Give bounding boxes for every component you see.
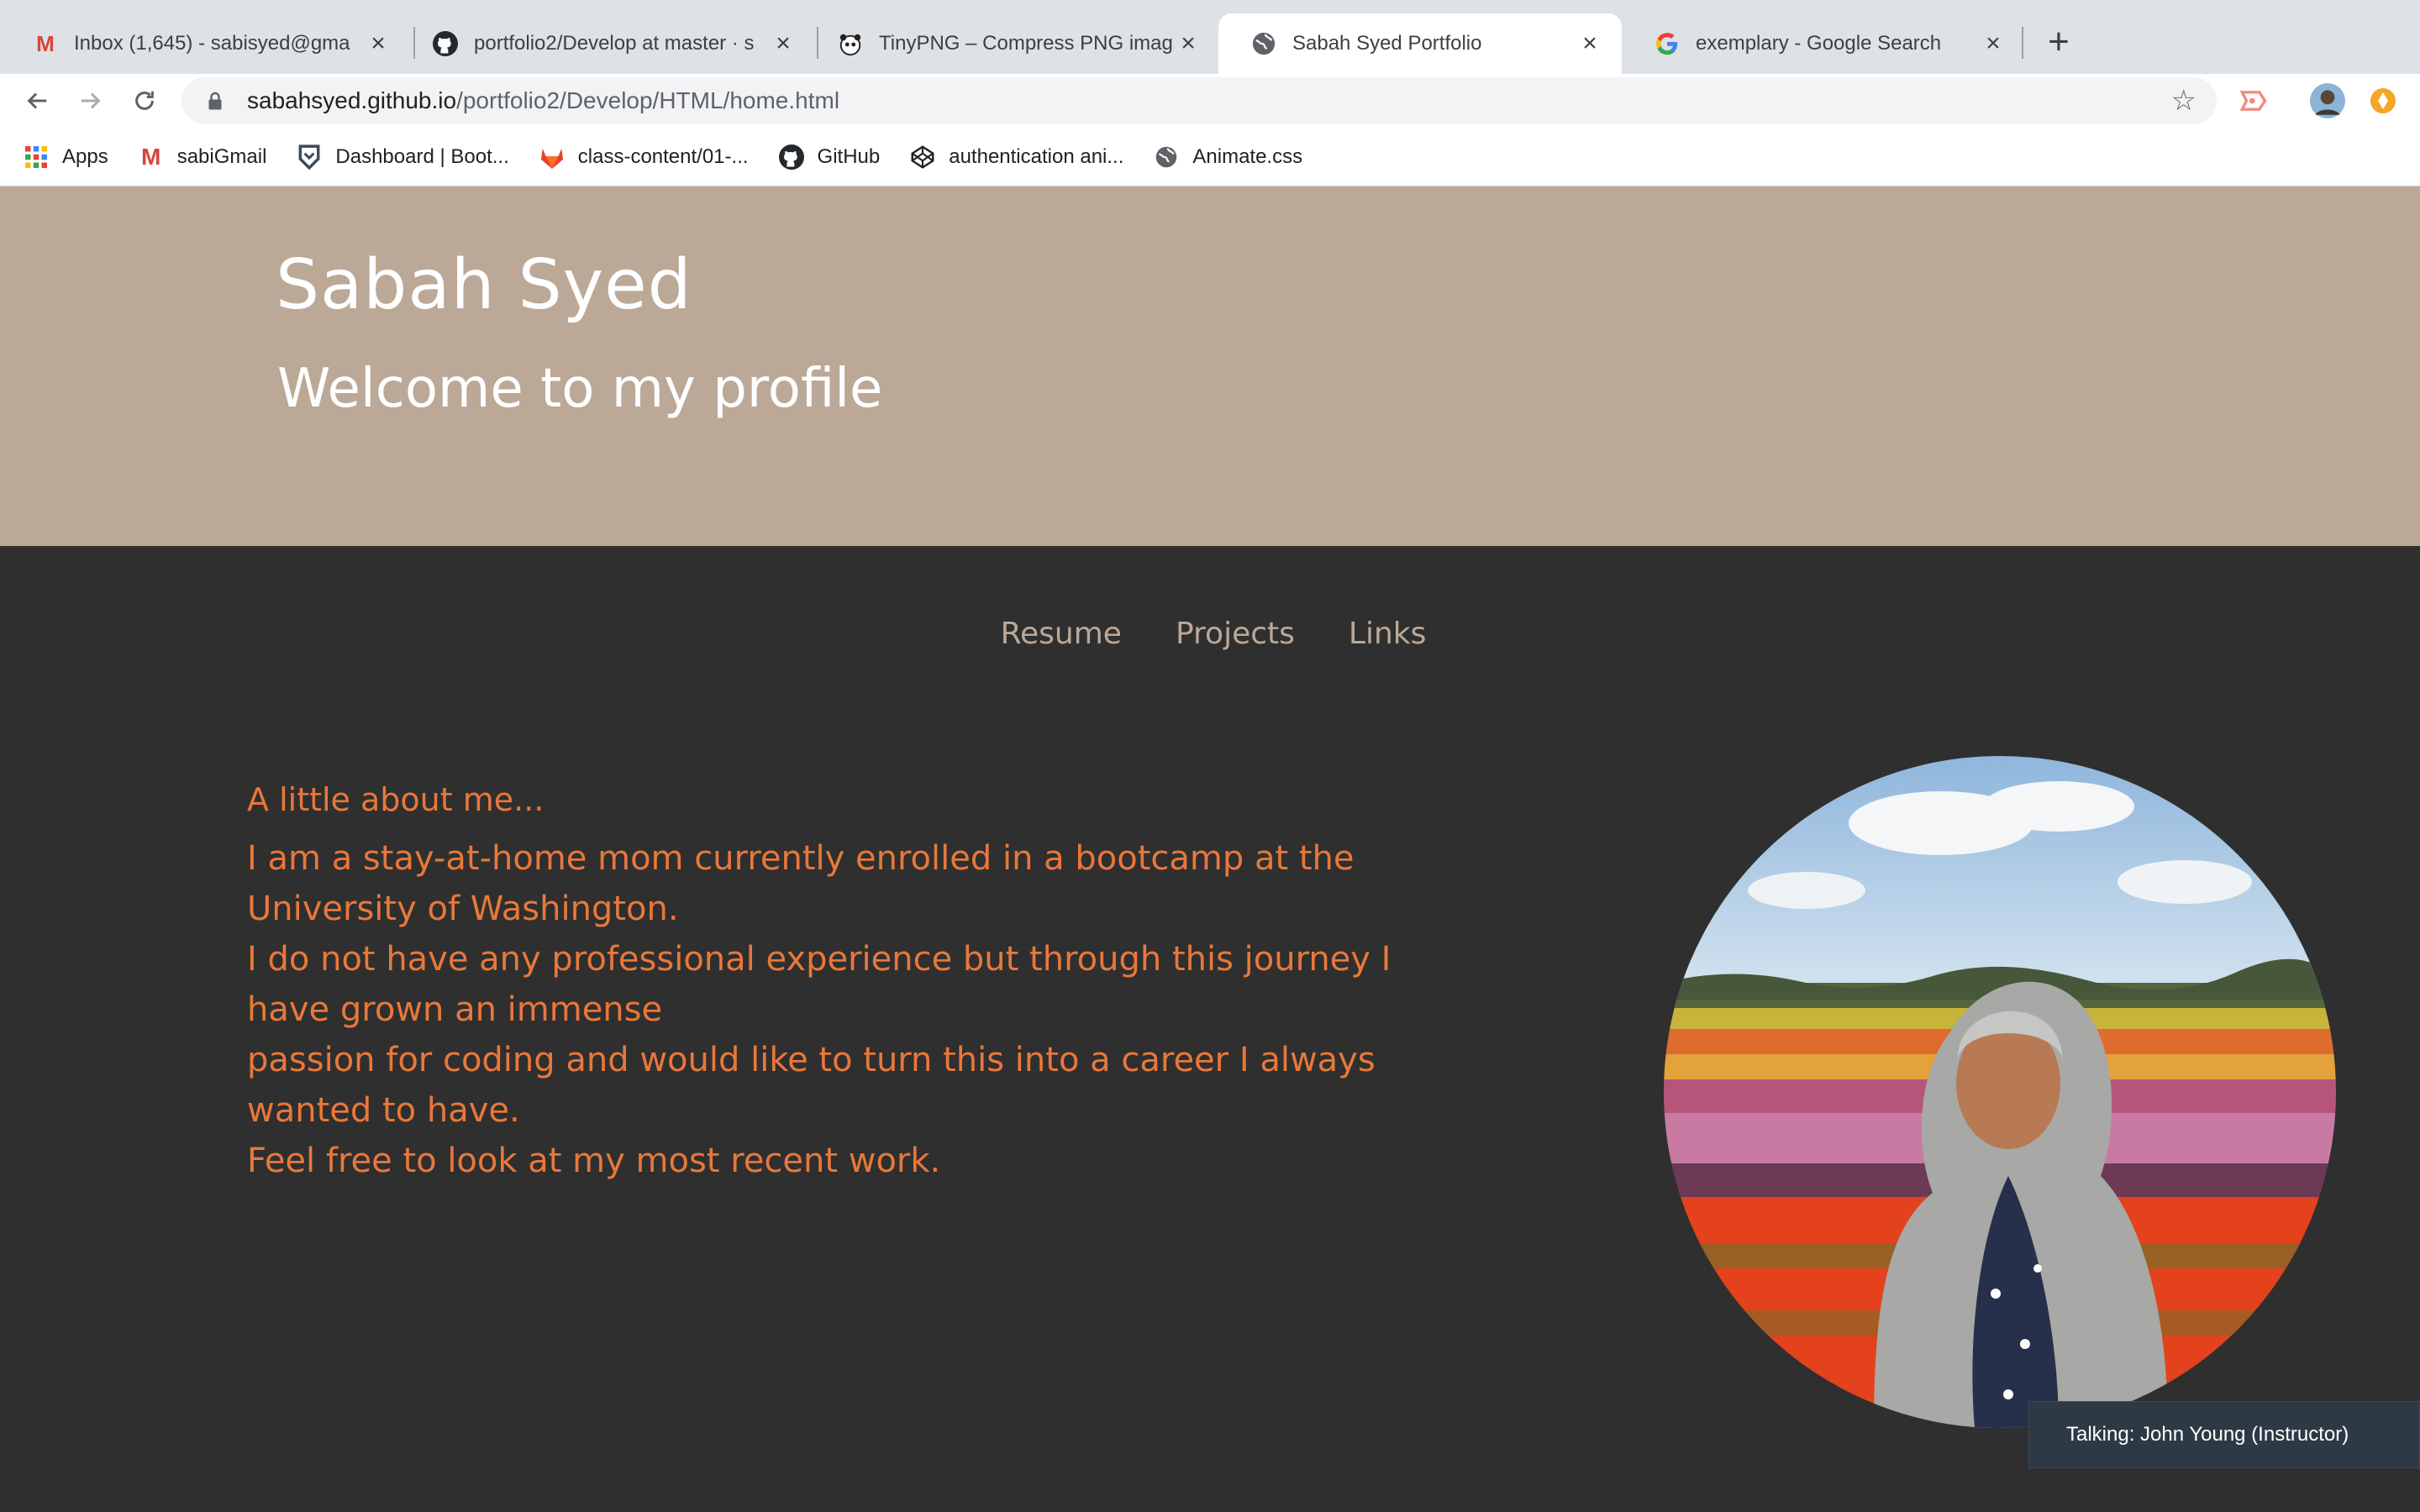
about-section: A little about me... I am a stay-at-home… <box>247 781 1407 1186</box>
address-bar[interactable]: sabahsyed.github.io/portfolio2/Develop/H… <box>182 77 2217 124</box>
gmail-icon: M <box>36 30 55 56</box>
avatar[interactable] <box>2309 82 2346 119</box>
globe-icon <box>1250 30 1277 57</box>
tab-strip: M Inbox (1,645) - sabisyed@gma × portfol… <box>0 0 2420 74</box>
bookmark-dashboard[interactable]: Dashboard | Boot... <box>297 144 509 170</box>
bookmark-sabigmail[interactable]: M sabiGmail <box>139 144 266 170</box>
tab-tinypng[interactable]: TinyPNG – Compress PNG imag × <box>805 13 1220 74</box>
bookmark-apps[interactable]: Apps <box>24 144 108 170</box>
globe-icon <box>1154 144 1179 170</box>
about-line: I am a stay-at-home mom currently enroll… <box>247 839 1355 928</box>
bookmark-authentication[interactable]: authentication ani... <box>910 144 1123 170</box>
new-tab-button[interactable]: + <box>2039 21 2079 62</box>
bootcamp-shield-icon <box>297 144 322 170</box>
tab-google-search[interactable]: exemplary - Google Search × <box>1622 13 2025 74</box>
nav-link-projects[interactable]: Projects <box>1176 605 1295 664</box>
google-icon <box>1654 30 1681 57</box>
codepen-icon <box>910 144 935 170</box>
bookmark-star-icon[interactable]: ☆ <box>2171 84 2196 118</box>
url-text: sabahsyed.github.io/portfolio2/Develop/H… <box>247 87 840 113</box>
back-button[interactable] <box>17 81 57 121</box>
close-tab-icon[interactable]: × <box>1173 29 1203 59</box>
browser-chrome: M Inbox (1,645) - sabisyed@gma × portfol… <box>0 0 2420 186</box>
close-tab-icon[interactable]: × <box>1575 29 1605 59</box>
github-icon <box>432 30 459 57</box>
extension-badge-icon[interactable] <box>2365 82 2402 119</box>
gmail-icon: M <box>141 144 161 170</box>
page-title: Sabah Syed <box>276 245 692 325</box>
page-subtitle: Welcome to my profile <box>277 358 883 420</box>
bookmark-animate-css[interactable]: Animate.css <box>1154 144 1302 170</box>
reload-button[interactable] <box>124 81 165 121</box>
about-text: I am a stay-at-home mom currently enroll… <box>247 833 1407 1186</box>
talking-indicator: Talking: John Young (Instructor) <box>2028 1401 2420 1468</box>
toolbar: sabahsyed.github.io/portfolio2/Develop/H… <box>0 74 2420 128</box>
about-line: I do not have any professional experienc… <box>247 940 1392 1029</box>
close-tab-icon[interactable]: × <box>363 29 393 59</box>
bookmark-github[interactable]: GitHub <box>778 144 880 170</box>
cast-extension-icon[interactable] <box>2235 82 2272 119</box>
about-line: Feel free to look at my most recent work… <box>247 1142 941 1180</box>
tab-divider <box>2022 27 2023 59</box>
tab-portfolio[interactable]: Sabah Syed Portfolio × <box>1218 13 1622 74</box>
nav-link-links[interactable]: Links <box>1349 605 1426 664</box>
close-tab-icon[interactable]: × <box>1978 29 2008 59</box>
nav-link-resume[interactable]: Resume <box>1001 605 1122 664</box>
github-icon <box>778 144 804 170</box>
panda-icon <box>837 30 864 57</box>
bookmark-class-content[interactable]: class-content/01-... <box>539 144 749 170</box>
about-line: passion for coding and would like to tur… <box>247 1041 1376 1130</box>
apps-grid-icon <box>24 144 49 170</box>
bookmarks-bar: Apps M sabiGmail Dashboard | Boot... cla… <box>0 134 2420 180</box>
tab-github[interactable]: portfolio2/Develop at master · s × <box>400 13 815 74</box>
site-nav: Resume Projects Links <box>0 605 2420 664</box>
hero-banner: Sabah Syed Welcome to my profile <box>0 186 2420 546</box>
close-tab-icon[interactable]: × <box>768 29 798 59</box>
lock-icon <box>203 92 227 110</box>
about-heading: A little about me... <box>247 781 544 818</box>
forward-button[interactable] <box>71 81 111 121</box>
gitlab-icon <box>539 144 565 170</box>
tab-gmail[interactable]: M Inbox (1,645) - sabisyed@gma × <box>0 13 410 74</box>
profile-photo <box>1664 756 2336 1428</box>
